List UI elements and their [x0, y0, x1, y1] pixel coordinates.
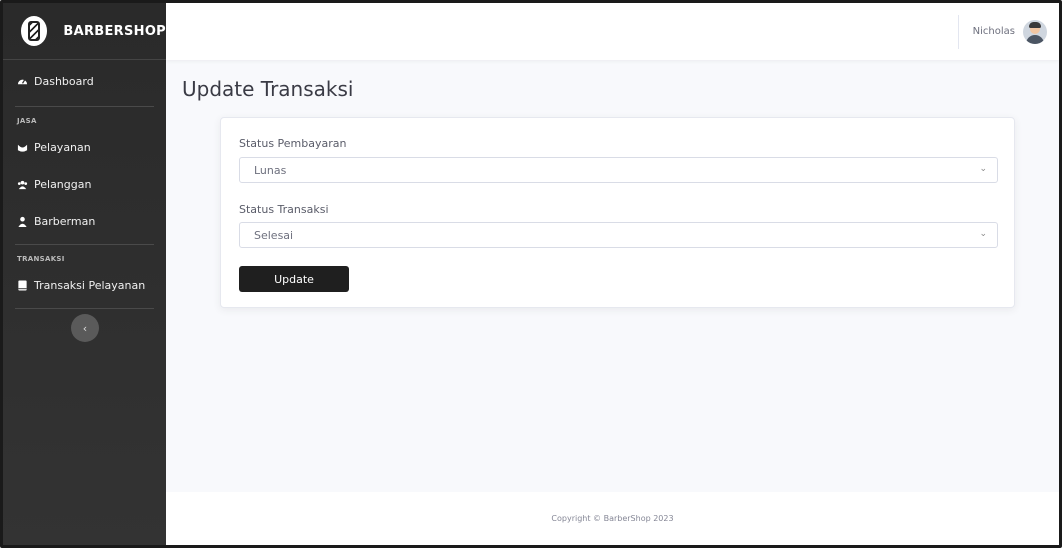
update-transaction-card: Status Pembayaran Lunas ⌄ Status Transak…	[220, 117, 1015, 308]
page-title: Update Transaksi	[182, 77, 354, 101]
sidebar-item-transaksi-pelayanan[interactable]: Transaksi Pelayanan	[3, 267, 166, 304]
sidebar-item-barberman[interactable]: Barberman	[3, 203, 166, 240]
app-window: BARBERSHOP Dashboard JASA Pelayanan Pela…	[0, 0, 1062, 548]
topbar: Nicholas	[166, 3, 1059, 60]
copyright-text: Copyright © BarberShop 2023	[551, 514, 674, 523]
sidebar-item-pelayanan[interactable]: Pelayanan	[3, 129, 166, 166]
sidebar-toggle-button[interactable]: ‹	[71, 314, 99, 342]
sidebar-item-label: Barberman	[34, 215, 96, 228]
avatar[interactable]	[1023, 19, 1047, 44]
payment-status-select[interactable]: Lunas ⌄	[239, 157, 998, 183]
users-icon	[17, 179, 28, 190]
brand[interactable]: BARBERSHOP	[3, 3, 166, 60]
chevron-down-icon: ⌄	[979, 164, 987, 174]
payment-status-value: Lunas	[254, 163, 287, 177]
chevron-down-icon: ⌄	[979, 229, 987, 239]
book-icon	[17, 280, 28, 291]
topbar-divider	[957, 14, 959, 49]
chevron-left-icon: ‹	[82, 321, 88, 335]
sidebar-heading-jasa: JASA	[17, 117, 37, 125]
transaction-status-select[interactable]: Selesai ⌄	[239, 222, 998, 248]
sidebar-item-label: Pelayanan	[34, 141, 91, 154]
user-name[interactable]: Nicholas	[973, 26, 1015, 37]
footer: Copyright © BarberShop 2023	[166, 492, 1059, 545]
barber-pole-icon	[21, 16, 48, 46]
sidebar-divider	[15, 308, 154, 309]
update-button[interactable]: Update	[239, 266, 349, 292]
sidebar-heading-transaksi: TRANSAKSI	[17, 255, 65, 263]
transaction-status-label: Status Transaksi	[239, 203, 329, 216]
sidebar-item-label: Transaksi Pelayanan	[34, 279, 146, 292]
sidebar-item-pelanggan[interactable]: Pelanggan	[3, 166, 166, 203]
sidebar: BARBERSHOP Dashboard JASA Pelayanan Pela…	[3, 3, 166, 545]
service-icon	[17, 142, 28, 153]
payment-status-label: Status Pembayaran	[239, 137, 347, 150]
main-content: Nicholas Update Transaksi Status Pembaya…	[166, 3, 1059, 545]
tachometer-icon	[17, 76, 28, 87]
sidebar-item-dashboard[interactable]: Dashboard	[3, 60, 166, 102]
sidebar-item-label: Dashboard	[34, 74, 94, 88]
user-icon	[17, 216, 28, 227]
sidebar-divider	[15, 106, 154, 107]
sidebar-item-label: Pelanggan	[34, 178, 92, 191]
transaction-status-value: Selesai	[254, 228, 294, 242]
sidebar-divider	[15, 244, 154, 245]
brand-name: BARBERSHOP	[63, 23, 166, 39]
